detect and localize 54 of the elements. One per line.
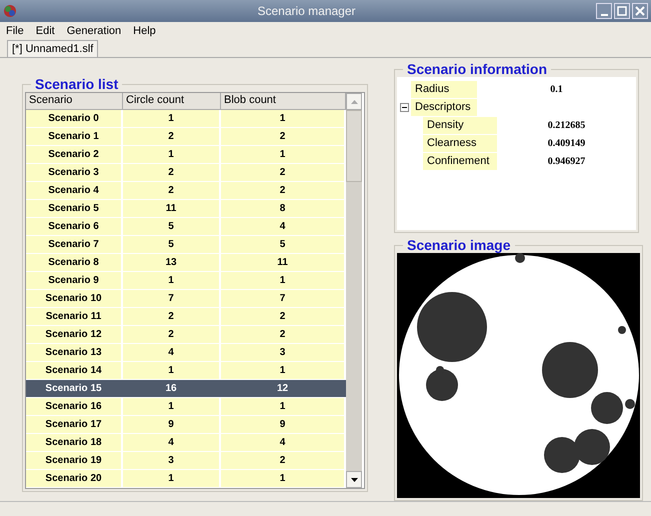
table-row[interactable]: Scenario 3 2 2 [26,164,346,182]
document-tab[interactable]: [*] Unnamed1.slf [7,40,98,57]
group-title: Scenario list [34,76,120,92]
table-row[interactable]: Scenario 17 9 9 [26,416,346,434]
table-row[interactable]: Scenario 0 1 1 [26,110,346,128]
scroll-up-button[interactable] [346,93,362,110]
collapse-icon[interactable] [397,102,411,112]
scroll-thumb[interactable] [346,110,362,182]
table-row[interactable]: Scenario 18 4 4 [26,434,346,452]
table-row[interactable]: Scenario 10 7 7 [26,290,346,308]
group-title: Scenario information [406,61,548,77]
property-label: Confinement [423,152,497,170]
menu-item[interactable]: Help [133,24,156,36]
close-icon [635,6,645,16]
property-value: 0.946927 [546,156,586,166]
maximize-button[interactable] [614,3,630,19]
property-label: Density [423,116,497,134]
table-row[interactable]: Scenario 15 16 12 [26,380,346,398]
table-row[interactable]: Scenario 20 1 1 [26,470,346,488]
table-row[interactable]: Scenario 16 1 1 [26,398,346,416]
up-arrow-icon [350,100,358,104]
menu-item[interactable]: Edit [36,24,55,36]
table-row[interactable]: Scenario 13 4 3 [26,344,346,362]
minimize-icon [600,14,608,16]
table-row[interactable]: Scenario 7 5 5 [26,236,346,254]
menu-item[interactable]: Generation [66,24,122,36]
table-row[interactable]: Scenario 9 1 1 [26,272,346,290]
maximize-icon [617,6,627,16]
table-row[interactable]: Scenario 11 2 2 [26,308,346,326]
table-row[interactable]: Scenario 6 5 4 [26,218,346,236]
minimize-button[interactable] [596,3,612,19]
property-label: Radius [411,80,477,98]
table-row[interactable]: Scenario 5 11 8 [26,200,346,218]
property-label: Clearness [423,134,497,152]
table-cell: Scenario 20 [26,470,123,487]
table-row[interactable]: Scenario 19 3 2 [26,452,346,470]
scrollbar[interactable] [346,93,362,488]
menu-item[interactable]: File [6,24,24,36]
group-title: Scenario image [406,237,512,253]
property-value: 0.409149 [546,138,586,148]
table-row[interactable]: Scenario 2 1 1 [26,146,346,164]
down-arrow-icon [350,478,358,482]
window-title: Scenario manager [256,4,357,18]
table-row[interactable]: Scenario 14 1 1 [26,362,346,380]
property-value: 0.1 [549,84,564,94]
table-row[interactable]: Scenario 8 13 11 [26,254,346,272]
table-row[interactable]: Scenario 12 2 2 [26,326,346,344]
table-row[interactable]: Scenario 4 2 2 [26,182,346,200]
table-row[interactable]: Scenario 1 2 2 [26,128,346,146]
property-value: 0.212685 [546,120,586,130]
scroll-down-button[interactable] [346,471,362,488]
table-cell: 1 [123,470,221,487]
close-button[interactable] [632,3,648,19]
property-label: Descriptors [411,98,477,116]
